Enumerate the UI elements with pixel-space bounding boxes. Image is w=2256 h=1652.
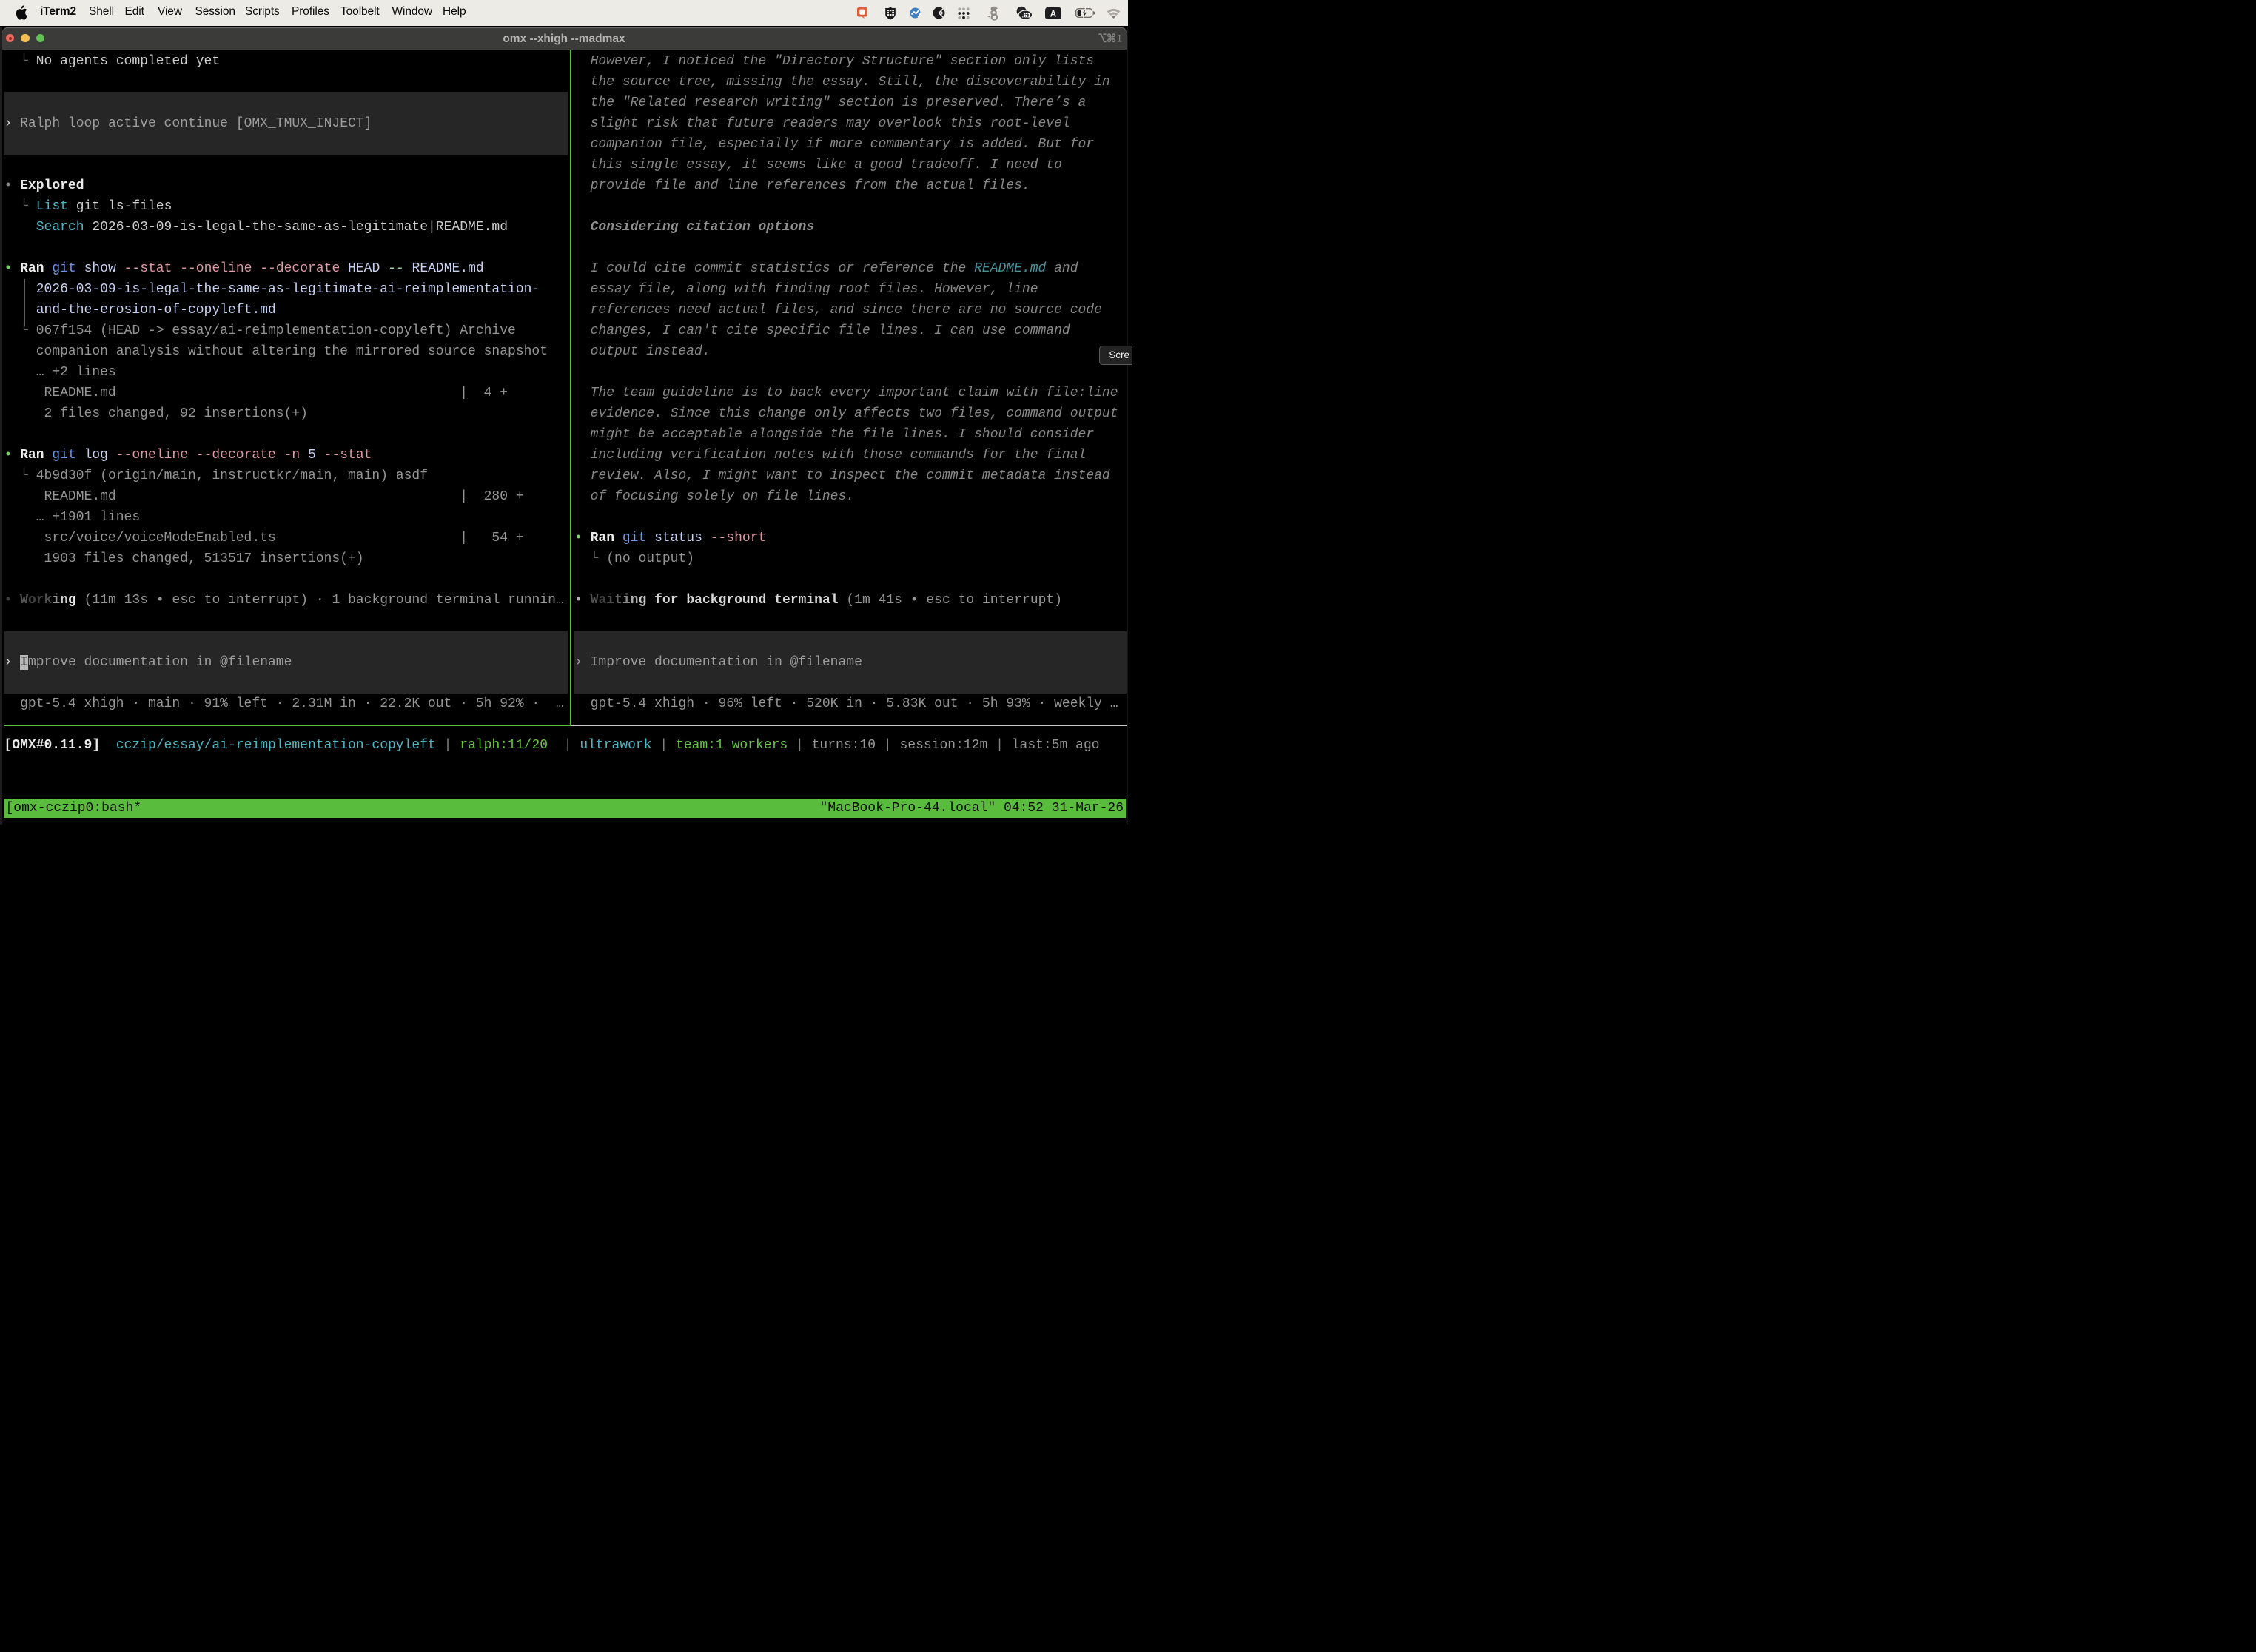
svg-text:..61: ..61 [1020, 11, 1031, 19]
svg-text:1: 1 [1117, 33, 1122, 43]
svg-text:A: A [1050, 8, 1057, 19]
